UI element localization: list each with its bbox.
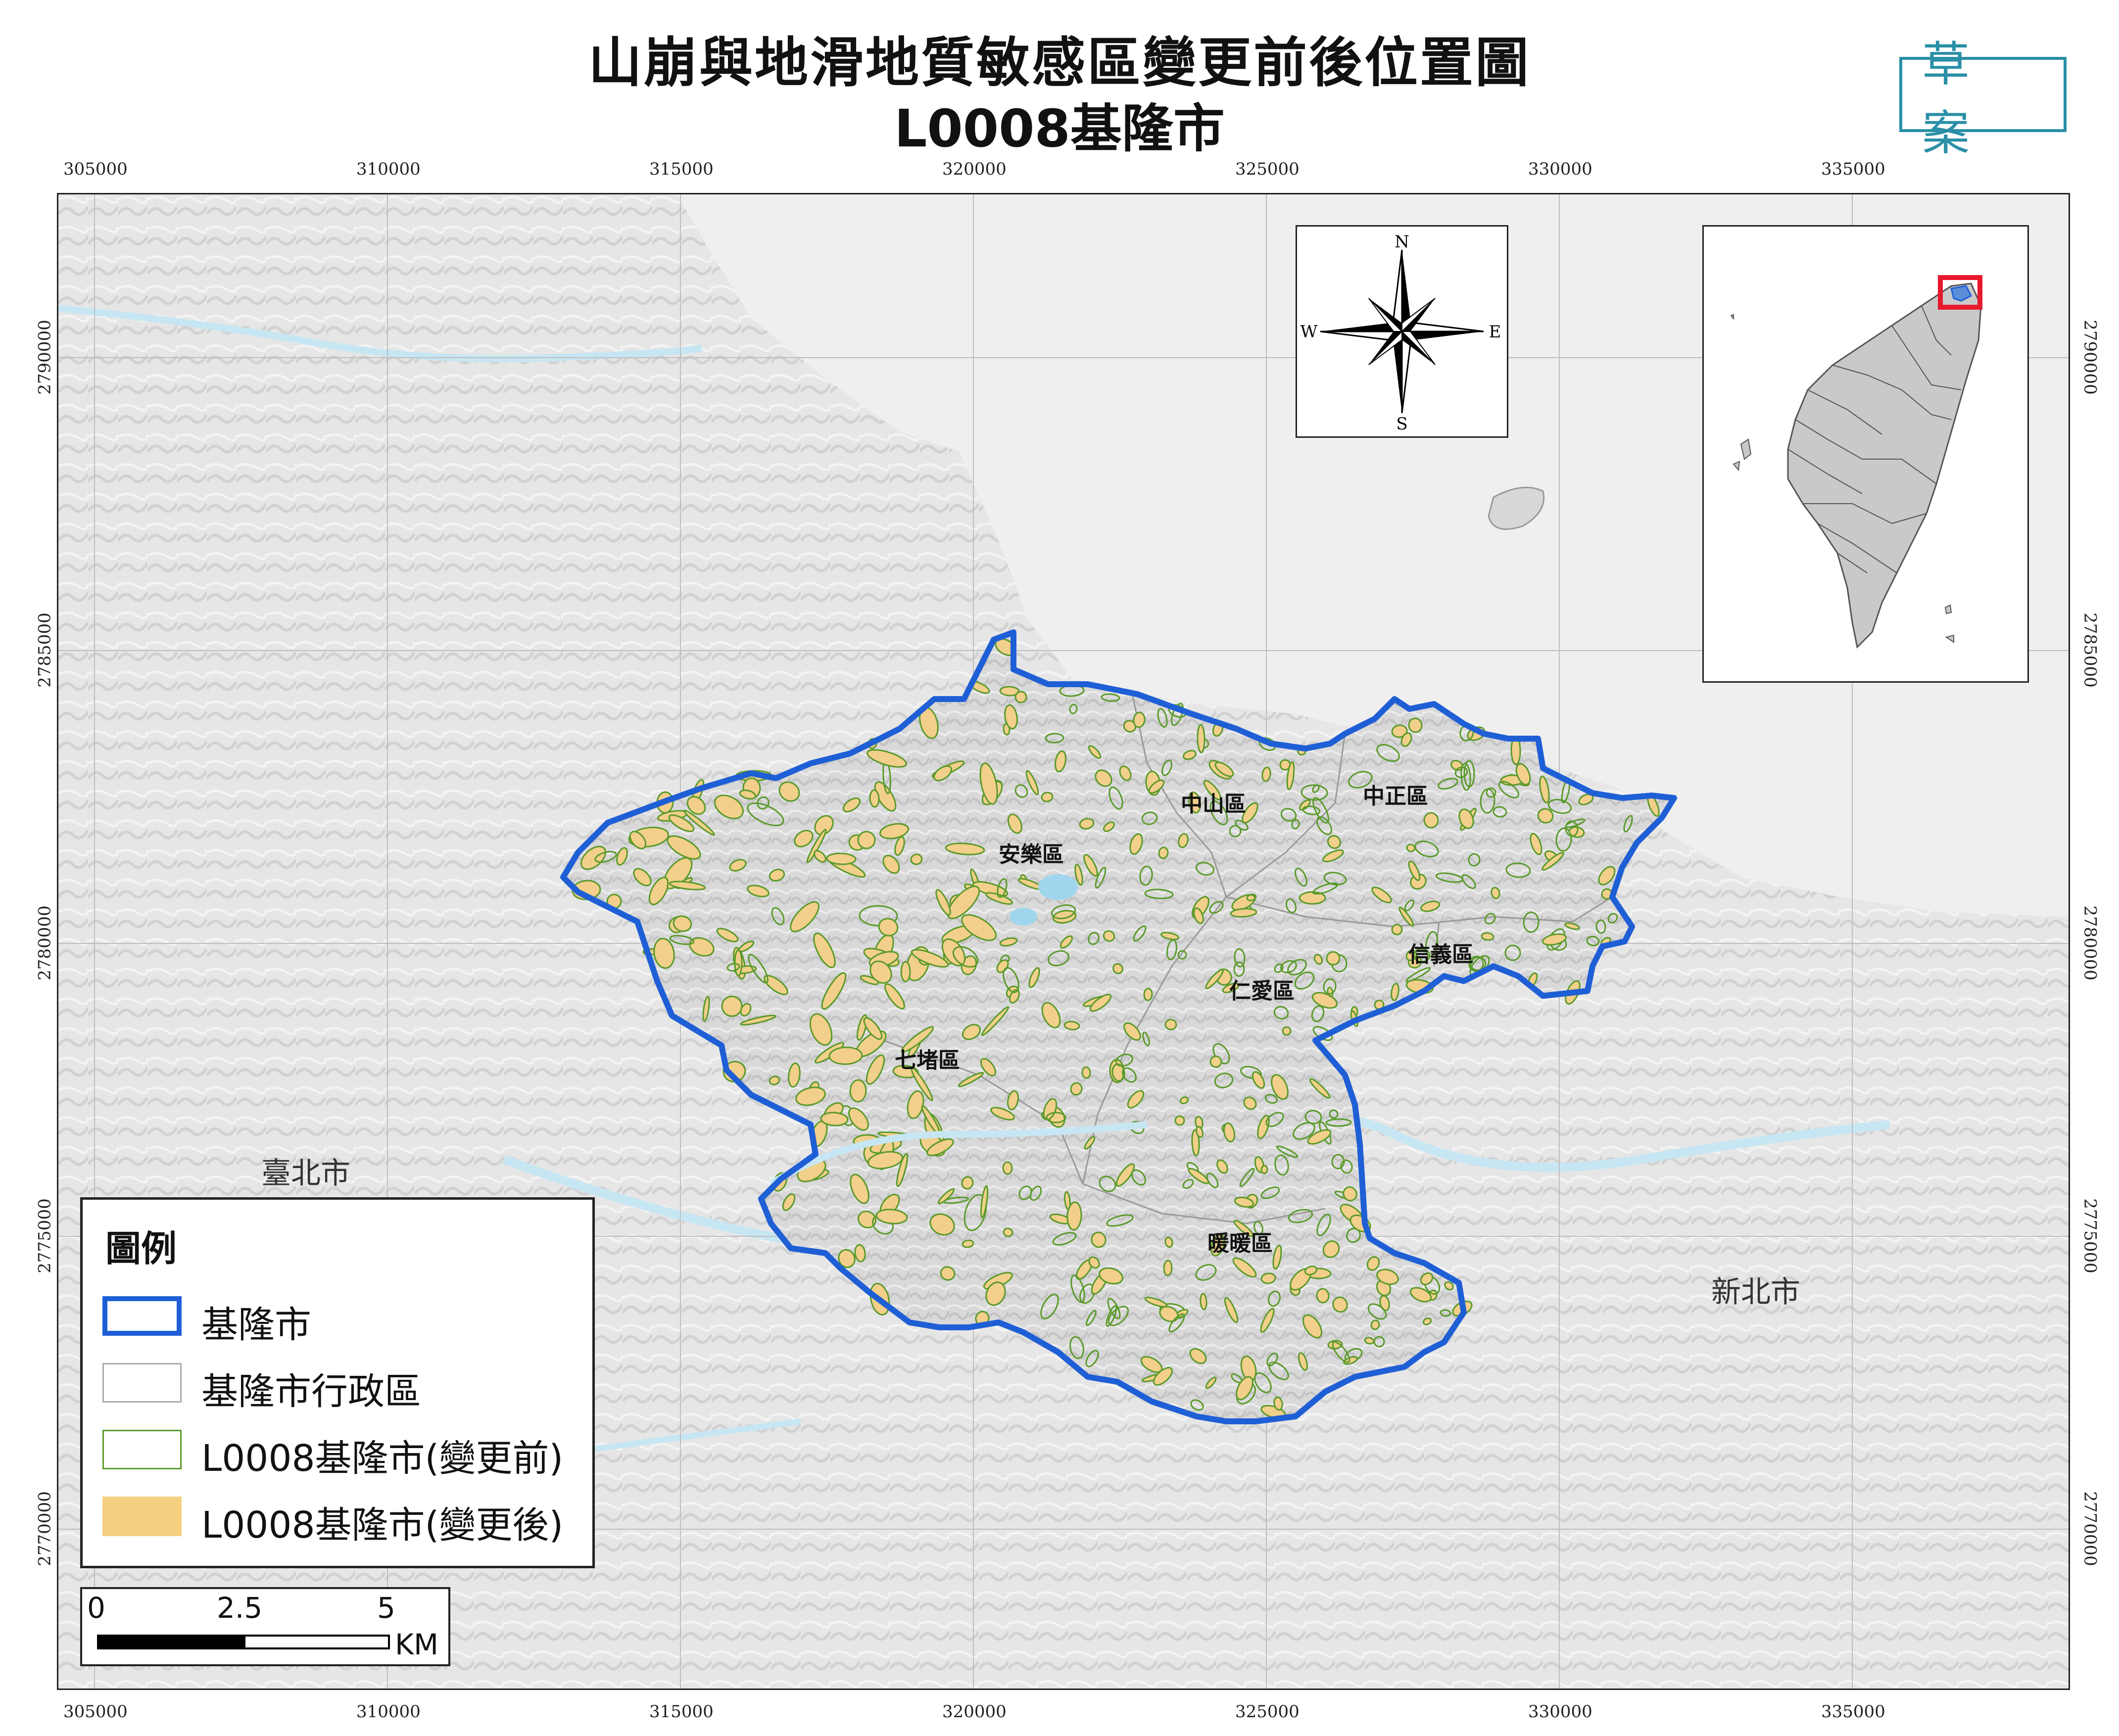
sensitive-area-patch [849,1079,867,1103]
x-tick-bottom: 330000 [1528,1702,1592,1722]
x-tick-bottom: 305000 [63,1702,128,1722]
city-label-new-taipei: 新北市 [1711,1275,1800,1310]
legend-item-before: L0008基隆市(變更前) [102,1425,587,1480]
x-tick-bottom: 315000 [649,1702,714,1722]
x-tick-top: 330000 [1528,159,1592,179]
map-subtitle: L0008基隆市 [894,98,1225,159]
scale-segment-white [243,1635,390,1649]
sensitive-area-patch [1423,812,1439,829]
y-tick-right: 2785000 [2080,612,2100,688]
draft-stamp: 草 案 [1899,37,2067,161]
legend-swatch-before [102,1430,182,1469]
compass-e: E [1489,322,1501,342]
compass-w: W [1300,322,1318,342]
x-tick-top: 335000 [1821,159,1885,179]
legend-label: L0008基隆市(變更後) [201,1504,564,1547]
legend-swatch-after [102,1497,182,1536]
locator-inset-map [1702,225,2029,683]
y-tick-left: 2770000 [35,1491,55,1566]
sensitive-area-patch [1260,1165,1268,1174]
map-title: 山崩與地滑地質敏感區變更前後位置圖 [588,32,1531,94]
legend-item-keelung: 基隆市 [102,1291,587,1346]
legend-item-districts: 基隆市行政區 [102,1358,587,1413]
legend-swatch-district [102,1363,182,1403]
x-tick-top: 305000 [63,159,128,179]
district-label-anle: 安樂區 [999,842,1064,867]
sensitive-area-patch [869,789,880,808]
compass-rose-icon: N S E W [1300,232,1501,434]
district-label-qidu: 七堵區 [895,1048,960,1073]
x-tick-bottom: 320000 [942,1702,1007,1722]
x-tick-top: 315000 [649,159,714,179]
north-arrow: N S E W [1296,225,1508,438]
y-tick-left: 2785000 [35,612,55,688]
y-tick-left: 2775000 [35,1198,55,1273]
scale-bar: 0 2.5 5 KM [80,1587,450,1666]
y-tick-right: 2775000 [2080,1198,2100,1273]
sensitive-area-patch [1163,1260,1173,1276]
district-label-zhongshan: 中山區 [1181,792,1246,817]
legend-title: 圖例 [105,1228,177,1269]
legend-label: 基隆市行政區 [201,1370,421,1413]
y-tick-right: 2770000 [2080,1491,2100,1566]
district-label-xinyi: 信義區 [1408,942,1474,967]
legend-label: L0008基隆市(變更前) [201,1437,564,1480]
district-label-nuannuan: 暖暖區 [1207,1231,1273,1256]
sensitive-area-patch [826,852,857,865]
x-tick-top: 320000 [942,159,1007,179]
legend-swatch-boundary [102,1296,182,1336]
x-tick-bottom: 310000 [356,1702,421,1722]
sensitive-area-patch [1143,987,1153,1001]
sensitive-area-patch [1200,1293,1207,1311]
scale-label-5: 5 [377,1591,395,1625]
district-label-renai: 仁愛區 [1229,979,1295,1004]
y-tick-left: 2780000 [35,905,55,981]
x-tick-top: 310000 [356,159,421,179]
sensitive-area-patch [828,1046,863,1065]
reservoir [1010,908,1037,926]
y-tick-right: 2790000 [2080,320,2100,395]
sensitive-area-patch [1174,1115,1185,1126]
sensitive-area-patch [900,961,911,983]
sensitive-area-patch [1197,724,1205,753]
legend-label: 基隆市 [201,1304,311,1346]
district-label-zhongzheng: 中正區 [1363,784,1428,809]
taiwan-locator-icon [1730,275,1982,649]
compass-s: S [1396,414,1407,434]
y-tick-right: 2780000 [2080,905,2100,981]
scale-unit: KM [395,1628,439,1661]
y-tick-left: 2790000 [35,320,55,395]
sensitive-area-patch [1081,1066,1091,1079]
x-tick-bottom: 325000 [1235,1702,1300,1722]
legend: 圖例 基隆市 基隆市行政區 L0008基隆市(變更前) L0008基隆市(變更後… [80,1197,595,1568]
reservoir [1038,874,1078,900]
sensitive-area-patch [1002,1161,1013,1175]
x-tick-top: 325000 [1235,159,1300,179]
x-tick-bottom: 335000 [1821,1702,1885,1722]
scale-label-2-5: 2.5 [217,1591,263,1625]
sensitive-area-patch [1316,1288,1330,1304]
sensitive-area-patch [1164,1019,1177,1031]
compass-n: N [1395,232,1409,252]
legend-item-after: L0008基隆市(變更後) [102,1492,587,1547]
scale-segment-black [97,1635,243,1649]
sensitive-area-patch [734,949,743,977]
scale-label-0: 0 [87,1591,105,1625]
city-label-taipei: 臺北市 [261,1156,350,1191]
